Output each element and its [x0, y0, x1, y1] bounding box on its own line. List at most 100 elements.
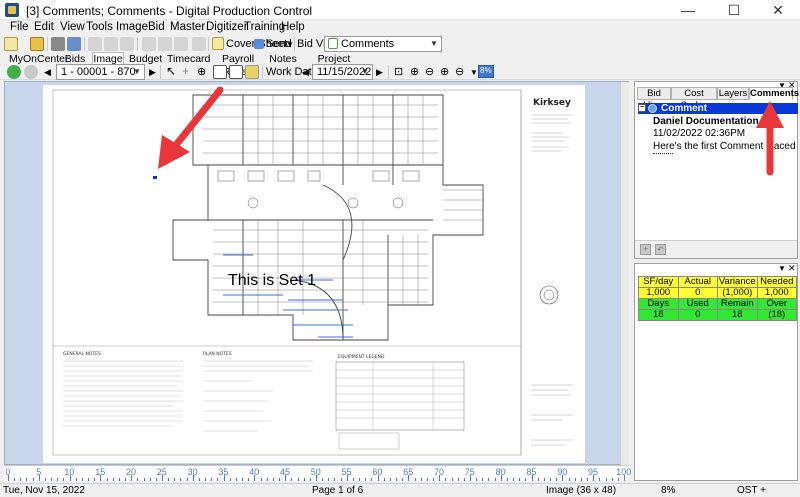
- prev-page-icon[interactable]: ◀: [44, 67, 51, 78]
- toolbar-separator: [294, 37, 295, 51]
- ruler-minor-tick: [587, 478, 589, 481]
- zoom-in-2-icon[interactable]: ⊕: [410, 65, 419, 78]
- paste-icon[interactable]: [120, 37, 134, 51]
- ruler-minor-tick: [211, 478, 213, 481]
- ruler-minor-tick: [198, 478, 200, 481]
- tab-bid-view[interactable]: Bid View: [637, 87, 671, 111]
- ruler-minor-tick: [248, 478, 250, 481]
- reply-icon[interactable]: ↶: [655, 244, 666, 255]
- zoom-dropdown-icon[interactable]: ▼: [470, 68, 478, 77]
- zoom-in-3-icon[interactable]: ⊕: [440, 65, 449, 78]
- next-date-icon[interactable]: ▶: [376, 67, 383, 78]
- print-preview-icon[interactable]: [67, 37, 81, 51]
- viewer-scrollbar[interactable]: [620, 82, 629, 465]
- help-icon[interactable]: [192, 37, 206, 51]
- ruler-minor-tick: [457, 478, 459, 481]
- add-comment-icon[interactable]: +: [640, 244, 651, 255]
- ruler-label: 100: [616, 467, 632, 477]
- ruler-minor-tick: [451, 478, 453, 481]
- ruler-minor-tick: [143, 478, 145, 481]
- comments-icon: [328, 38, 338, 49]
- horizontal-ruler: 0 5 10 15 20 25 30 35 40 45 50 55 60 65 70 75 80 85 90 95 10…: [4, 465, 632, 481]
- ruler-minor-tick: [14, 478, 16, 481]
- status-bar: Tue, Nov 15, 2022 Page 1 of 6 Image (36 …: [0, 483, 800, 497]
- zoom-out-icon[interactable]: ⊖: [425, 65, 434, 78]
- find-icon[interactable]: [174, 37, 188, 51]
- next-page-icon[interactable]: ▶: [149, 67, 156, 78]
- ruler-minor-tick: [389, 478, 391, 481]
- ruler-minor-tick: [309, 478, 311, 481]
- ruler-label: 65: [403, 467, 414, 477]
- comment-header-row[interactable]: − Comment: [638, 103, 798, 114]
- status-zoom: 8%: [661, 485, 676, 496]
- highlight-icon[interactable]: [245, 65, 259, 79]
- pointer-icon[interactable]: ↖: [166, 64, 176, 78]
- print-icon[interactable]: [51, 37, 65, 51]
- menu-bid[interactable]: Bid: [148, 21, 165, 33]
- ruler-minor-tick: [322, 478, 324, 481]
- crosshair-icon[interactable]: +: [182, 64, 189, 78]
- zoom-level-box[interactable]: 8%: [478, 65, 494, 78]
- ruler-label: 85: [526, 467, 537, 477]
- ruler-minor-tick: [513, 478, 515, 481]
- fit-page-icon[interactable]: [229, 65, 243, 79]
- ruler-label: 0: [5, 467, 11, 477]
- ruler-minor-tick: [334, 478, 336, 481]
- zoom-window-icon[interactable]: [213, 65, 227, 79]
- menu-digitizer[interactable]: Digitizer: [206, 21, 248, 33]
- ruler-minor-tick: [260, 478, 262, 481]
- menu-master[interactable]: Master: [170, 21, 205, 33]
- ruler-minor-tick: [205, 478, 207, 481]
- stats-close-icon[interactable]: ✕: [788, 263, 796, 274]
- refresh-icon[interactable]: [7, 65, 21, 79]
- stat-value-sf-day: 1,000: [638, 287, 679, 299]
- stat-value-days: 18: [638, 309, 679, 321]
- cut-icon[interactable]: [88, 37, 102, 51]
- ruler-minor-tick: [426, 478, 428, 481]
- page-select[interactable]: 1 - 00001 - 8708 Technol ▼: [56, 64, 145, 80]
- zoom-fit-icon[interactable]: ⊡: [394, 65, 403, 78]
- send-dropdown-icon[interactable]: ▼: [286, 40, 294, 49]
- drawing-sheet[interactable]: Kirksey GENERAL NOTES PLAN NOTES EQUIPME…: [43, 85, 585, 463]
- menu-file[interactable]: File: [10, 21, 29, 33]
- undo-icon[interactable]: [142, 37, 156, 51]
- menu-training[interactable]: Training: [244, 21, 285, 33]
- prev-date-icon[interactable]: ◀: [302, 67, 309, 78]
- stat-value-variance: (1,000): [717, 287, 758, 299]
- work-date-picker[interactable]: 11/15/2022 ▼: [312, 64, 373, 80]
- zoom-in-icon[interactable]: ⊕: [197, 65, 206, 78]
- menu-image[interactable]: Image: [116, 21, 148, 33]
- stats-dropdown-icon[interactable]: ▼: [778, 264, 786, 273]
- tab-comments[interactable]: Comments: [749, 87, 799, 100]
- comment-globe-icon: [648, 104, 657, 113]
- stat-header-days: Days: [638, 298, 679, 310]
- comment-body-overflow: [653, 151, 673, 154]
- new-icon[interactable]: [4, 37, 18, 51]
- ruler-label: 50: [310, 467, 321, 477]
- redo-icon[interactable]: [158, 37, 172, 51]
- menu-view[interactable]: View: [60, 21, 85, 33]
- collapse-icon[interactable]: −: [638, 104, 646, 112]
- menu-edit[interactable]: Edit: [34, 21, 54, 33]
- general-notes-heading: GENERAL NOTES: [63, 351, 101, 357]
- drawing-viewer[interactable]: Kirksey GENERAL NOTES PLAN NOTES EQUIPME…: [4, 81, 629, 465]
- copy-icon[interactable]: [104, 37, 118, 51]
- menu-help[interactable]: Help: [281, 21, 305, 33]
- back-icon[interactable]: [24, 65, 38, 79]
- ruler-minor-tick: [445, 478, 447, 481]
- zoom-out-2-icon[interactable]: ⊖: [455, 65, 464, 78]
- ruler-minor-tick: [229, 478, 231, 481]
- open-folder-icon[interactable]: [30, 37, 44, 51]
- tab-layers[interactable]: Layers: [717, 87, 749, 100]
- tab-cost-codes[interactable]: Cost Codes: [671, 87, 717, 111]
- menu-tools[interactable]: Tools: [86, 21, 113, 33]
- stat-header-sf-day: SF/day: [638, 276, 679, 288]
- minimize-button[interactable]: —: [666, 0, 710, 20]
- comment-marker[interactable]: [153, 176, 157, 179]
- bid-view-select[interactable]: Comments ▼: [324, 36, 442, 52]
- ruler-minor-tick: [328, 478, 330, 481]
- maximize-button[interactable]: ☐: [712, 0, 756, 20]
- close-button[interactable]: ✕: [756, 0, 800, 20]
- ruler-minor-tick: [81, 478, 83, 481]
- comments-panel: ▼ ✕ Bid View Cost Codes Layers Comments …: [634, 80, 799, 259]
